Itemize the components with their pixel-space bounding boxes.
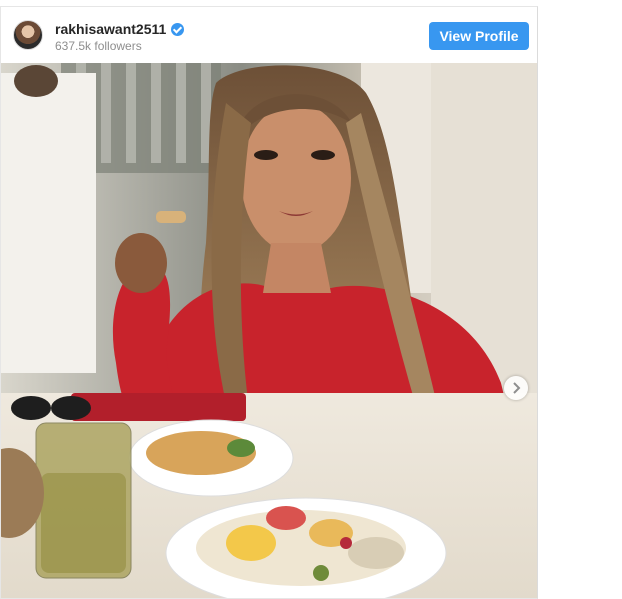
verified-badge-icon [171,22,185,36]
chevron-right-icon [513,382,521,394]
username[interactable]: rakhisawant2511 [55,21,166,37]
post-header: rakhisawant2511 637.5k followers View Pr… [1,7,537,63]
photo-illustration [1,63,537,598]
username-row[interactable]: rakhisawant2511 [55,21,185,37]
post-photo[interactable] [1,63,537,598]
view-profile-button[interactable]: View Profile [429,22,529,50]
avatar[interactable] [13,20,43,50]
instagram-embed-card: rakhisawant2511 637.5k followers View Pr… [0,6,538,599]
follower-count: 637.5k followers [55,39,142,53]
next-image-button[interactable] [504,376,528,400]
